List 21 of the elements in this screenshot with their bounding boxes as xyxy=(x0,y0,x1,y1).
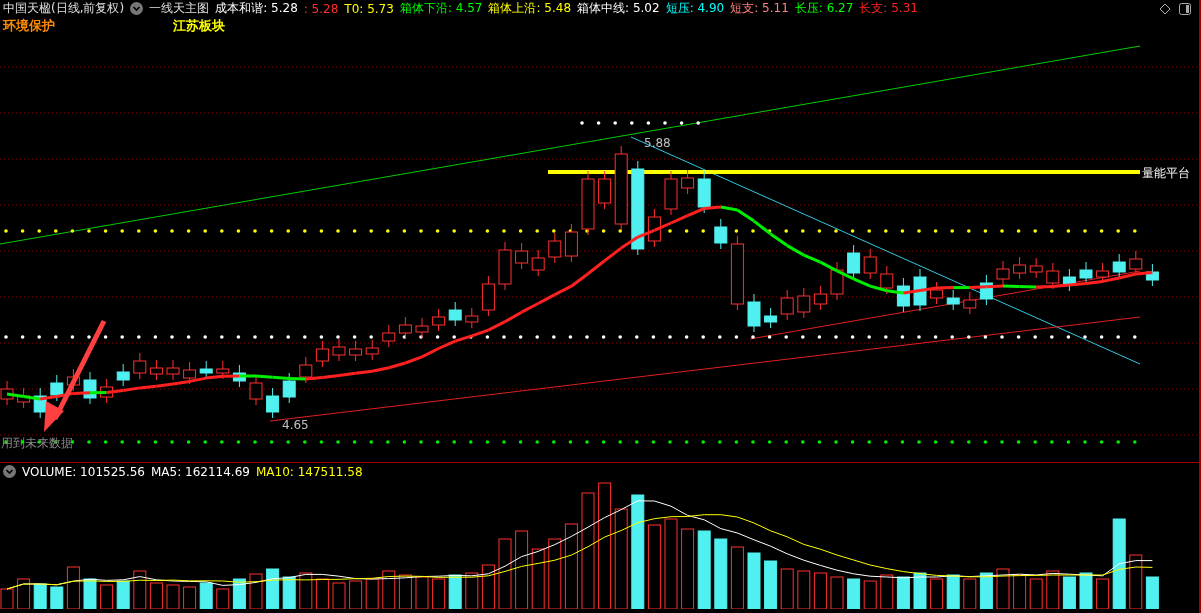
indicator-value: 成本和谐: 5.28 xyxy=(215,0,298,17)
indicator-value: 长支: 5.31 xyxy=(859,0,918,17)
volume-value: MA5: 162114.69 xyxy=(151,464,250,479)
indicator-name: 一线天主图 xyxy=(149,0,210,17)
indicator-value: 短压: 4.90 xyxy=(665,0,725,17)
indicator-value: 长压: 6.27 xyxy=(794,0,854,17)
sector-label: 江苏板块 xyxy=(173,17,225,35)
sector-label: 环境保护 xyxy=(3,17,55,35)
volume-value: MA10: 147511.58 xyxy=(255,464,363,479)
indicator-value: 箱体下沿: 4.57 xyxy=(399,0,483,17)
warning-label: 用到未来数据 xyxy=(1,436,73,450)
indicator-value: 箱体中线: 5.02 xyxy=(577,0,660,17)
stock-title: 中国天楹(日线,前复权) xyxy=(3,0,125,17)
indicator-value: 短支: 5.11 xyxy=(730,0,789,17)
low-price-label: 4.65 xyxy=(282,418,309,432)
indicator-value: T0: 5.73 xyxy=(344,1,394,16)
platform-label: 量能平台 xyxy=(1142,166,1190,180)
indicator-value: : 5.28 xyxy=(303,1,339,16)
high-price-label: 5.88 xyxy=(644,136,671,150)
volume-value: VOLUME: 101525.56 xyxy=(22,464,145,479)
indicator-value: 箱体上沿: 5.48 xyxy=(488,0,572,17)
